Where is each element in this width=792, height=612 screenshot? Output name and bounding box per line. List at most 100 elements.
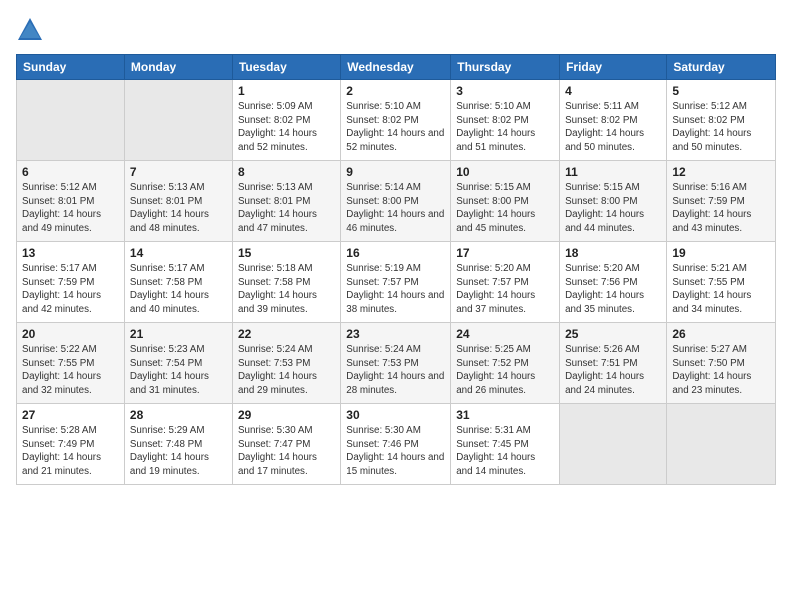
day-header: Wednesday [341,55,451,80]
cell-content: 9 Sunrise: 5:14 AMSunset: 8:00 PMDaylight… [346,165,445,237]
cell-content: 2 Sunrise: 5:10 AMSunset: 8:02 PMDaylight… [346,84,445,156]
calendar-cell: 19 Sunrise: 5:21 AMSunset: 7:55 PMDayligh… [667,242,776,323]
cell-info: Sunrise: 5:30 AMSunset: 7:46 PMDaylight:… [346,424,445,479]
cell-content: 10 Sunrise: 5:15 AMSunset: 8:00 PMDayligh… [456,165,554,237]
day-header: Monday [124,55,232,80]
calendar-cell: 5Sunrise: 5:12 AMSunset: 8:02 PMDaylight… [667,80,776,161]
cell-info: Sunrise: 5:20 AMSunset: 7:57 PMDaylight:… [456,262,554,317]
cell-info: Sunrise: 5:18 AMSunset: 7:58 PMDaylight:… [238,262,335,317]
calendar-week: 20Sunrise: 5:22 AMSunset: 7:55 PMDayligh… [17,323,776,404]
cell-info: Sunrise: 5:09 AMSunset: 8:02 PMDaylight:… [238,100,335,155]
day-number: 2 [346,84,445,98]
calendar-header: SundayMondayTuesdayWednesdayThursdayFrid… [17,55,776,80]
cell-content: 1Sunrise: 5:09 AMSunset: 8:02 PMDaylight… [238,84,335,156]
calendar-cell: 17 Sunrise: 5:20 AMSunset: 7:57 PMDayligh… [451,242,560,323]
cell-info: Sunrise: 5:12 AMSunset: 8:02 PMDaylight:… [672,100,770,155]
calendar-cell [124,80,232,161]
logo [16,16,48,44]
day-number: 20 [22,327,119,341]
cell-info: Sunrise: 5:10 AMSunset: 8:02 PMDaylight:… [456,100,554,155]
cell-info: Sunrise: 5:15 AMSunset: 8:00 PMDaylight:… [456,181,554,236]
calendar-cell: 2 Sunrise: 5:10 AMSunset: 8:02 PMDaylight… [341,80,451,161]
cell-info: Sunrise: 5:17 AMSunset: 7:58 PMDaylight:… [130,262,227,317]
calendar-cell: 12 Sunrise: 5:16 AMSunset: 7:59 PMDayligh… [667,161,776,242]
day-header: Saturday [667,55,776,80]
calendar-cell: 23Sunrise: 5:24 AMSunset: 7:53 PMDayligh… [341,323,451,404]
day-header: Thursday [451,55,560,80]
cell-content: 16 Sunrise: 5:19 AMSunset: 7:57 PMDayligh… [346,246,445,318]
calendar-cell: 24Sunrise: 5:25 AMSunset: 7:52 PMDayligh… [451,323,560,404]
day-number: 19 [672,246,770,260]
calendar-week: 1Sunrise: 5:09 AMSunset: 8:02 PMDaylight… [17,80,776,161]
cell-info: Sunrise: 5:13 AMSunset: 8:01 PMDaylight:… [238,181,335,236]
day-number: 16 [346,246,445,260]
calendar-cell: 11 Sunrise: 5:15 AMSunset: 8:00 PMDayligh… [560,161,667,242]
cell-content: 7Sunrise: 5:13 AMSunset: 8:01 PMDaylight… [130,165,227,237]
day-number: 3 [456,84,554,98]
day-number: 15 [238,246,335,260]
day-number: 27 [22,408,119,422]
calendar-body: 1Sunrise: 5:09 AMSunset: 8:02 PMDaylight… [17,80,776,485]
cell-content: 20Sunrise: 5:22 AMSunset: 7:55 PMDayligh… [22,327,119,399]
calendar-cell: 30 Sunrise: 5:30 AMSunset: 7:46 PMDayligh… [341,404,451,485]
cell-info: Sunrise: 5:25 AMSunset: 7:52 PMDaylight:… [456,343,554,398]
cell-content: 4Sunrise: 5:11 AMSunset: 8:02 PMDaylight… [565,84,661,156]
cell-info: Sunrise: 5:19 AMSunset: 7:57 PMDaylight:… [346,262,445,317]
calendar-cell [17,80,125,161]
calendar-cell: 8Sunrise: 5:13 AMSunset: 8:01 PMDaylight… [232,161,340,242]
cell-content: 21Sunrise: 5:23 AMSunset: 7:54 PMDayligh… [130,327,227,399]
day-number: 17 [456,246,554,260]
calendar-cell: 27 Sunrise: 5:28 AMSunset: 7:49 PMDayligh… [17,404,125,485]
day-number: 29 [238,408,335,422]
cell-content: 11 Sunrise: 5:15 AMSunset: 8:00 PMDayligh… [565,165,661,237]
day-number: 12 [672,165,770,179]
day-number: 28 [130,408,227,422]
cell-info: Sunrise: 5:11 AMSunset: 8:02 PMDaylight:… [565,100,661,155]
cell-content: 13Sunrise: 5:17 AMSunset: 7:59 PMDayligh… [22,246,119,318]
calendar-cell: 3 Sunrise: 5:10 AMSunset: 8:02 PMDaylight… [451,80,560,161]
cell-content: 6Sunrise: 5:12 AMSunset: 8:01 PMDaylight… [22,165,119,237]
calendar-cell: 1Sunrise: 5:09 AMSunset: 8:02 PMDaylight… [232,80,340,161]
calendar-cell: 25Sunrise: 5:26 AMSunset: 7:51 PMDayligh… [560,323,667,404]
cell-content: 19 Sunrise: 5:21 AMSunset: 7:55 PMDayligh… [672,246,770,318]
day-header: Tuesday [232,55,340,80]
cell-content: 24Sunrise: 5:25 AMSunset: 7:52 PMDayligh… [456,327,554,399]
cell-info: Sunrise: 5:16 AMSunset: 7:59 PMDaylight:… [672,181,770,236]
day-header: Friday [560,55,667,80]
cell-info: Sunrise: 5:28 AMSunset: 7:49 PMDaylight:… [22,424,119,479]
day-number: 9 [346,165,445,179]
cell-info: Sunrise: 5:20 AMSunset: 7:56 PMDaylight:… [565,262,661,317]
cell-content: 12 Sunrise: 5:16 AMSunset: 7:59 PMDayligh… [672,165,770,237]
calendar-cell [560,404,667,485]
calendar-cell: 26Sunrise: 5:27 AMSunset: 7:50 PMDayligh… [667,323,776,404]
cell-info: Sunrise: 5:24 AMSunset: 7:53 PMDaylight:… [346,343,445,398]
calendar-week: 13Sunrise: 5:17 AMSunset: 7:59 PMDayligh… [17,242,776,323]
cell-info: Sunrise: 5:12 AMSunset: 8:01 PMDaylight:… [22,181,119,236]
cell-info: Sunrise: 5:31 AMSunset: 7:45 PMDaylight:… [456,424,554,479]
calendar-cell: 7Sunrise: 5:13 AMSunset: 8:01 PMDaylight… [124,161,232,242]
cell-info: Sunrise: 5:10 AMSunset: 8:02 PMDaylight:… [346,100,445,155]
cell-info: Sunrise: 5:21 AMSunset: 7:55 PMDaylight:… [672,262,770,317]
day-number: 11 [565,165,661,179]
cell-info: Sunrise: 5:29 AMSunset: 7:48 PMDaylight:… [130,424,227,479]
calendar-cell: 29Sunrise: 5:30 AMSunset: 7:47 PMDayligh… [232,404,340,485]
day-header: Sunday [17,55,125,80]
cell-content: 14Sunrise: 5:17 AMSunset: 7:58 PMDayligh… [130,246,227,318]
page: SundayMondayTuesdayWednesdayThursdayFrid… [0,0,792,612]
cell-info: Sunrise: 5:24 AMSunset: 7:53 PMDaylight:… [238,343,335,398]
calendar-cell: 28 Sunrise: 5:29 AMSunset: 7:48 PMDayligh… [124,404,232,485]
cell-content: 15 Sunrise: 5:18 AMSunset: 7:58 PMDayligh… [238,246,335,318]
day-number: 10 [456,165,554,179]
cell-content: 5Sunrise: 5:12 AMSunset: 8:02 PMDaylight… [672,84,770,156]
cell-content: 3 Sunrise: 5:10 AMSunset: 8:02 PMDaylight… [456,84,554,156]
cell-info: Sunrise: 5:14 AMSunset: 8:00 PMDaylight:… [346,181,445,236]
calendar-cell: 21Sunrise: 5:23 AMSunset: 7:54 PMDayligh… [124,323,232,404]
cell-info: Sunrise: 5:15 AMSunset: 8:00 PMDaylight:… [565,181,661,236]
day-number: 30 [346,408,445,422]
cell-content: 30 Sunrise: 5:30 AMSunset: 7:46 PMDayligh… [346,408,445,480]
day-number: 13 [22,246,119,260]
cell-content: 18Sunrise: 5:20 AMSunset: 7:56 PMDayligh… [565,246,661,318]
cell-content: 28 Sunrise: 5:29 AMSunset: 7:48 PMDayligh… [130,408,227,480]
day-number: 31 [456,408,554,422]
cell-content: 22Sunrise: 5:24 AMSunset: 7:53 PMDayligh… [238,327,335,399]
